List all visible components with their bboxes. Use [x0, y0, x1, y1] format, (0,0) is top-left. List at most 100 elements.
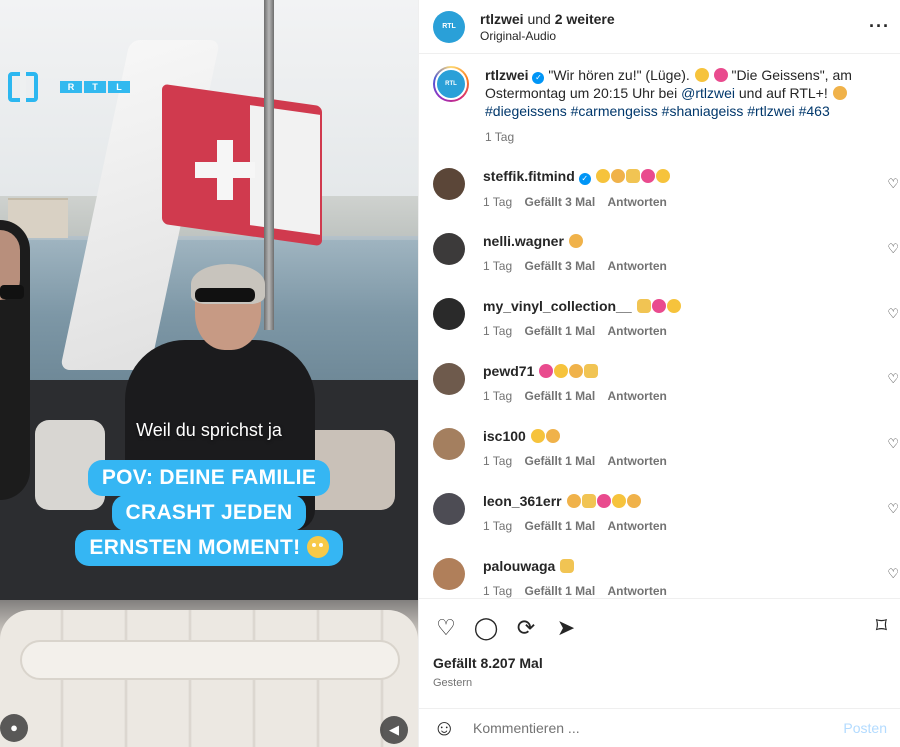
header-title: rtlzwei und 2 weitere [480, 11, 615, 27]
caption-hashtags[interactable]: #diegeissens #carmengeiss #shaniageiss #… [485, 103, 830, 119]
caption-avatar[interactable]: RTL [433, 66, 469, 102]
comment-avatar[interactable] [433, 493, 465, 525]
comment-username[interactable]: palouwaga [483, 558, 555, 574]
pov-line-3-wrap: ERNSTEN MOMENT! [75, 530, 343, 566]
comment-meta: 1 Tag Gefällt 3 Mal Antworten [483, 195, 676, 209]
comment-reply-button[interactable]: Antworten [608, 519, 667, 533]
repost-icon[interactable]: ⟳ [513, 615, 539, 641]
action-row: ♡ ◯ ⟳ ➤ [433, 613, 887, 643]
comment-reply-button[interactable]: Antworten [608, 584, 667, 598]
comment-likes[interactable]: Gefällt 3 Mal [524, 259, 595, 273]
comment-heart-icon[interactable]: ♡ [887, 241, 899, 257]
comment-row: my_vinyl_collection__ 1 Tag Gefällt 1 Ma… [419, 298, 900, 363]
header-others[interactable]: 2 weitere [555, 11, 615, 27]
comment-time: 1 Tag [483, 324, 513, 338]
sound-icon[interactable]: ◀ [380, 716, 408, 744]
share-icon[interactable]: ➤ [553, 615, 579, 641]
comment-body: isc100 1 Tag Gefällt 1 Mal Antworten [483, 428, 676, 493]
comment-avatar[interactable] [433, 363, 465, 395]
more-icon[interactable]: ··· [869, 16, 890, 37]
verified-badge-icon: ✓ [578, 173, 591, 185]
comment-avatar[interactable] [433, 558, 465, 590]
comment-username[interactable]: my_vinyl_collection__ [483, 298, 632, 314]
comment-username[interactable]: nelli.wagner [483, 233, 564, 249]
comment-heart-icon[interactable]: ♡ [887, 501, 899, 517]
caption-text-1: "Wir hören zu!" (Lüge). [548, 67, 694, 83]
comment-likes[interactable]: Gefällt 1 Mal [524, 584, 595, 598]
comment-line: palouwaga [483, 558, 676, 574]
comment-avatar[interactable] [433, 428, 465, 460]
bookmark-icon[interactable]: ⌑ [876, 613, 887, 639]
user-tag-icon[interactable]: ● [0, 714, 28, 742]
comment-time: 1 Tag [483, 195, 513, 209]
comment-body: my_vinyl_collection__ 1 Tag Gefällt 1 Ma… [483, 298, 681, 363]
verified-badge-icon: ✓ [532, 72, 545, 84]
header-and: und [523, 10, 555, 27]
comment-reply-button[interactable]: Antworten [608, 195, 667, 209]
header-audio[interactable]: Original-Audio [480, 29, 615, 43]
comment-likes[interactable]: Gefällt 1 Mal [524, 519, 595, 533]
emoji-icon [655, 169, 670, 183]
caption-mention[interactable]: @rtlzwei [681, 85, 735, 101]
reel-video[interactable]: R T L Weil du sprichst ja POV: DEINE FAM… [0, 0, 418, 747]
emoji-icon [832, 86, 847, 100]
emoji-icon [596, 494, 611, 508]
comment-body: pewd71 1 Tag Gefällt 1 Mal Antworten [483, 363, 676, 428]
post-panel: RTL rtlzwei und 2 weitere Original-Audio… [418, 0, 900, 747]
comment-heart-icon[interactable]: ♡ [887, 436, 899, 452]
rtl-letter: L [108, 81, 130, 93]
comments-list[interactable]: steffik.fitmind ✓ 1 Tag Gefällt 3 Mal An… [419, 168, 900, 598]
caption-username[interactable]: rtlzwei [485, 67, 529, 83]
comment-input[interactable] [473, 720, 844, 736]
comment-likes[interactable]: Gefällt 1 Mal [524, 454, 595, 468]
comment-icon[interactable]: ◯ [473, 615, 499, 641]
comment-username[interactable]: pewd71 [483, 363, 534, 379]
comment-avatar[interactable] [433, 233, 465, 265]
video-flag-cross [195, 140, 255, 200]
comment-username[interactable]: steffik.fitmind [483, 168, 575, 184]
post-date: Gestern [433, 677, 473, 689]
comment-meta: 1 Tag Gefällt 1 Mal Antworten [483, 584, 676, 598]
comment-reply-button[interactable]: Antworten [608, 259, 667, 273]
caption-text-3: und auf RTL+! [735, 85, 832, 101]
comment-likes[interactable]: Gefällt 1 Mal [524, 324, 595, 338]
likes-count[interactable]: Gefällt 8.207 Mal [433, 655, 887, 671]
comment-heart-icon[interactable]: ♡ [887, 371, 899, 387]
post-button[interactable]: Posten [843, 720, 887, 736]
comment-row: nelli.wagner 1 Tag Gefällt 3 Mal Antwort… [419, 233, 900, 298]
post-caption: RTL rtlzwei ✓ "Wir hören zu!" (Lüge). "D… [419, 54, 900, 146]
emoji-icon [560, 559, 575, 573]
comment-avatar[interactable] [433, 298, 465, 330]
rtl-letter: R [60, 81, 82, 93]
comment-username[interactable]: leon_361err [483, 493, 562, 509]
comment-heart-icon[interactable]: ♡ [887, 176, 899, 192]
comment-time: 1 Tag [483, 259, 513, 273]
comment-avatar[interactable] [433, 168, 465, 200]
post-actions: ♡ ◯ ⟳ ➤ ⌑ Gefällt 8.207 Mal Gestern [419, 598, 900, 689]
emoji-icon [545, 429, 560, 443]
comment-line: pewd71 [483, 363, 676, 379]
heart-icon[interactable]: ♡ [433, 615, 459, 641]
emoji-icon [595, 169, 610, 183]
video-flag-white [250, 105, 320, 235]
caption-time: 1 Tag [485, 130, 515, 144]
comment-heart-icon[interactable]: ♡ [887, 566, 899, 582]
comment-row: isc100 1 Tag Gefällt 1 Mal Antworten ♡ [419, 428, 900, 493]
comment-likes[interactable]: Gefällt 3 Mal [524, 195, 595, 209]
header-username[interactable]: rtlzwei [480, 11, 524, 27]
comment-reply-button[interactable]: Antworten [608, 389, 667, 403]
comment-reply-button[interactable]: Antworten [608, 324, 667, 338]
rtl-letter: T [84, 81, 106, 93]
smile-emoji-icon[interactable]: ☺ [433, 715, 459, 741]
comment-likes[interactable]: Gefällt 1 Mal [524, 389, 595, 403]
header-avatar[interactable]: RTL [433, 10, 465, 43]
emoji-icon [584, 364, 599, 378]
emoji-icon [569, 364, 584, 378]
emoji-icon [666, 299, 681, 313]
comment-reply-button[interactable]: Antworten [608, 454, 667, 468]
comment-username[interactable]: isc100 [483, 428, 526, 444]
comment-heart-icon[interactable]: ♡ [887, 306, 899, 322]
video-left-glasses [0, 285, 24, 299]
comment-body: leon_361err 1 Tag Gefällt 1 Mal Antworte… [483, 493, 676, 558]
header-texts: rtlzwei und 2 weitere Original-Audio [480, 11, 615, 43]
